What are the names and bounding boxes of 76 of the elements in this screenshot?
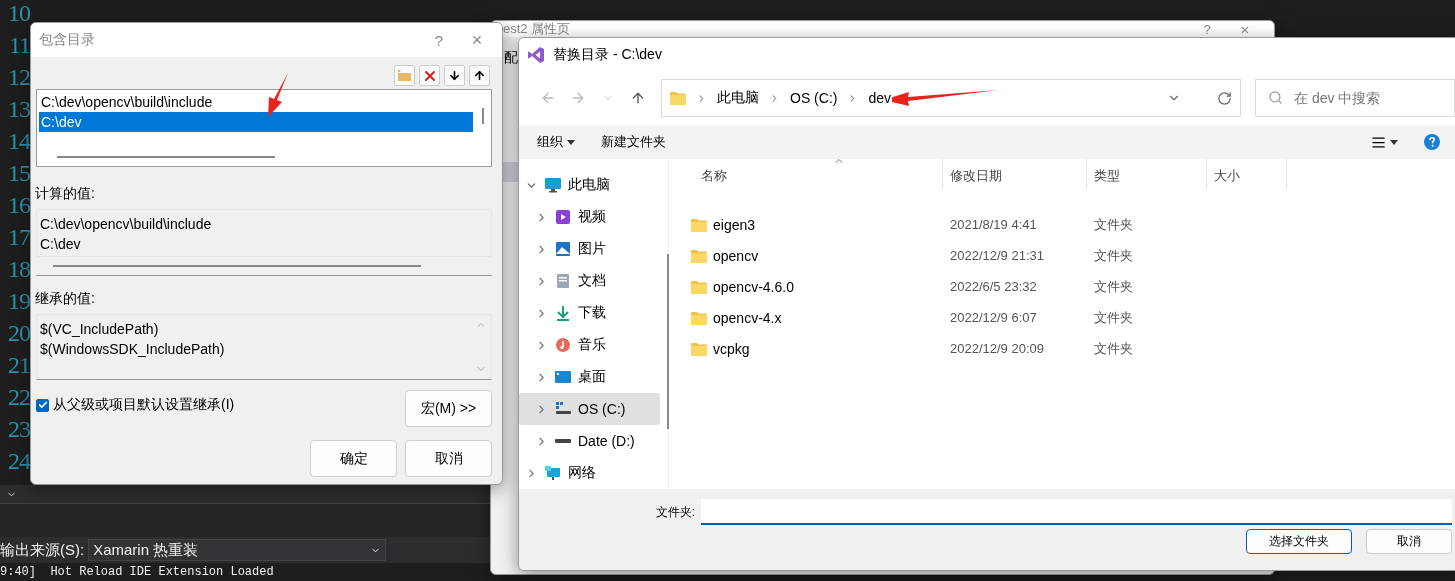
ok-button[interactable]: 确定 xyxy=(310,440,397,477)
line-number: 10 xyxy=(7,0,30,28)
window-title: 包含目录 xyxy=(39,31,96,49)
modified-date: 2022/6/5 23:32 xyxy=(949,279,1038,294)
line-number: 14 xyxy=(7,128,30,156)
tab-label[interactable]: 配 xyxy=(504,49,518,67)
close-button[interactable]: × xyxy=(462,31,492,49)
close-button[interactable]: × xyxy=(1230,21,1260,37)
file-type: 文件夹 xyxy=(1093,308,1134,327)
file-type: 文件夹 xyxy=(1093,339,1134,358)
file-name[interactable]: eigen3 xyxy=(713,216,756,233)
line-number: 18 xyxy=(7,256,30,284)
new-folder-button[interactable]: 新建文件夹 xyxy=(601,133,666,151)
line-number: 20 xyxy=(7,320,30,348)
column-header[interactable]: 大小 xyxy=(1207,159,1287,189)
inherited-value: $(WindowsSDK_IncludePath) xyxy=(40,340,225,359)
window-title: est2 属性页 xyxy=(503,21,572,38)
select-folder-button[interactable]: 选择文件夹 xyxy=(1246,529,1352,554)
nav-tree-item[interactable]: 音乐 xyxy=(519,329,660,361)
line-number: 13 xyxy=(7,96,30,124)
organize-button[interactable]: 组织 xyxy=(537,133,575,151)
file-type: 文件夹 xyxy=(1093,277,1134,296)
modified-date: 2022/12/9 20:09 xyxy=(949,341,1045,356)
nav-tree-item[interactable]: Date (D:) xyxy=(519,425,660,457)
output-source-label: 输出来源(S): xyxy=(0,540,85,560)
evaluated-value: C:\dev xyxy=(40,235,82,254)
inherited-label: 继承的值: xyxy=(34,289,96,308)
line-number: 24 xyxy=(7,448,30,476)
file-name[interactable]: opencv-4.6.0 xyxy=(713,278,794,295)
line-number: 23 xyxy=(7,416,30,444)
inherited-value: $(VC_IncludePath) xyxy=(40,320,160,339)
nav-tree-item[interactable]: OS (C:) xyxy=(519,393,660,425)
breadcrumb[interactable]: 此电脑 xyxy=(717,89,759,107)
address-bar[interactable]: 此电脑 OS (C:) dev xyxy=(661,79,1241,117)
modified-date: 2022/12/9 21:31 xyxy=(949,248,1045,263)
help-button[interactable]: ? xyxy=(1192,22,1222,36)
line-number: 15 xyxy=(7,160,30,188)
evaluated-value: C:\dev\opencv\build\include xyxy=(40,215,212,234)
breadcrumb[interactable]: dev xyxy=(868,90,892,106)
nav-tree-item[interactable]: 网络 xyxy=(519,457,660,489)
cancel-button[interactable]: 取消 xyxy=(1366,529,1452,554)
directory-entry[interactable]: C:\dev\opencv\build\include xyxy=(39,92,473,112)
modified-date: 2021/8/19 4:41 xyxy=(949,217,1038,232)
column-header[interactable]: 名称 xyxy=(691,159,943,189)
file-name[interactable]: opencv xyxy=(713,247,759,264)
line-number: 17 xyxy=(7,224,30,252)
cancel-button[interactable]: 取消 xyxy=(405,440,492,477)
nav-tree-item[interactable]: 下载 xyxy=(519,297,660,329)
line-number: 22 xyxy=(7,384,30,412)
line-number: 21 xyxy=(7,352,30,380)
line-number: 19 xyxy=(7,288,30,316)
search-field[interactable]: 在 dev 中搜索 xyxy=(1255,79,1455,117)
checkbox-label: 从父级或项目默认设置继承(I) xyxy=(53,396,235,414)
file-name[interactable]: opencv-4.x xyxy=(713,309,782,326)
output-source-dropdown[interactable]: Xamarin 热重装 xyxy=(88,539,387,561)
breadcrumb[interactable]: OS (C:) xyxy=(790,90,838,106)
modified-date: 2022/12/9 6:07 xyxy=(949,310,1038,325)
line-number: 11 xyxy=(7,32,30,60)
directory-entry[interactable]: C:\dev xyxy=(39,112,473,132)
nav-tree-item[interactable]: 文档 xyxy=(519,265,660,297)
line-number: 12 xyxy=(7,64,30,92)
file-type: 文件夹 xyxy=(1093,246,1134,265)
macros-button[interactable]: 宏(M) >> xyxy=(405,390,492,427)
column-header[interactable]: 类型 xyxy=(1087,159,1207,189)
window-title: 替换目录 - C:\dev xyxy=(553,45,663,64)
column-header[interactable]: 修改日期 xyxy=(943,159,1087,189)
file-name[interactable]: vcpkg xyxy=(713,340,750,357)
nav-tree-item[interactable]: 此电脑 xyxy=(519,169,660,201)
nav-tree-item[interactable]: 桌面 xyxy=(519,361,660,393)
nav-tree-item[interactable]: 视频 xyxy=(519,201,660,233)
folder-label: 文件夹: xyxy=(655,503,695,521)
file-type: 文件夹 xyxy=(1093,215,1134,234)
nav-tree-item[interactable]: 图片 xyxy=(519,233,660,265)
help-button[interactable]: ? xyxy=(424,32,454,48)
line-number: 16 xyxy=(7,192,30,220)
evaluated-label: 计算的值: xyxy=(34,184,96,203)
